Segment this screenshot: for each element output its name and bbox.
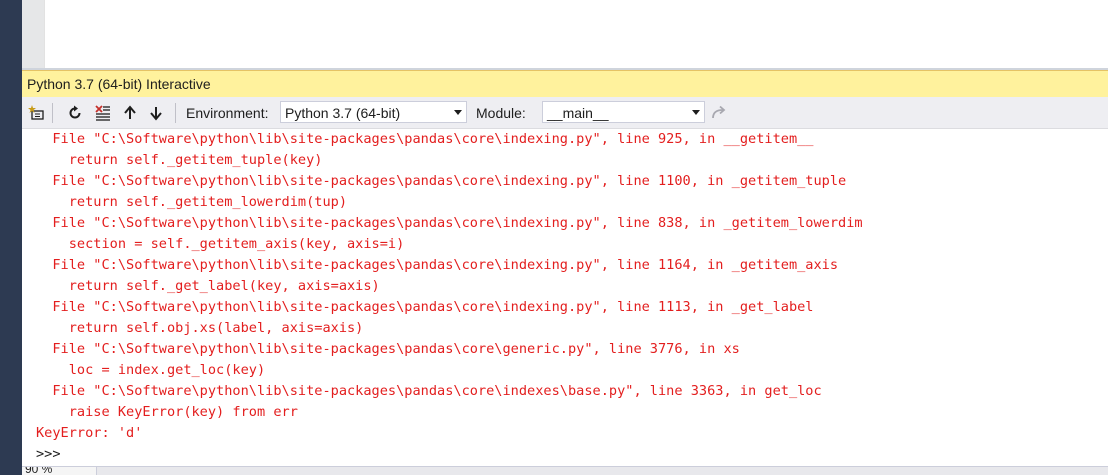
status-bar: 90 % (22, 466, 1108, 475)
traceback-line: section = self._getitem_axis(key, axis=i… (36, 236, 405, 252)
environment-select[interactable]: Python 3.7 (64-bit) (280, 101, 467, 123)
interactive-toolbar: Environment: Python 3.7 (64-bit) Module:… (22, 97, 1108, 129)
toolbar-separator (52, 103, 53, 123)
module-select[interactable]: __main__ (542, 101, 705, 123)
chevron-down-icon (692, 110, 700, 115)
traceback-line: KeyError: 'd' (36, 425, 143, 441)
module-label: Module: (476, 105, 526, 121)
history-up-icon[interactable] (121, 104, 139, 122)
traceback-line: return self.obj.xs(label, axis=axis) (36, 320, 364, 336)
traceback-line: File "C:\Software\python\lib\site-packag… (36, 383, 822, 399)
traceback-line: File "C:\Software\python\lib\site-packag… (36, 215, 863, 231)
chevron-down-icon (454, 110, 462, 115)
clear-icon[interactable] (94, 104, 112, 122)
traceback-line: File "C:\Software\python\lib\site-packag… (36, 131, 814, 147)
environment-label: Environment: (186, 105, 269, 121)
interactive-output[interactable]: File "C:\Software\python\lib\site-packag… (22, 129, 1108, 466)
new-plus-icon[interactable] (28, 104, 46, 122)
traceback-line: raise KeyError(key) from err (36, 404, 298, 420)
zoom-level-value: 90 % (25, 467, 53, 475)
ide-window: Python 3.7 (64-bit) Interactive Environm… (0, 0, 1108, 475)
module-select-value: __main__ (547, 105, 609, 121)
left-activity-strip (0, 0, 22, 475)
traceback-line: File "C:\Software\python\lib\site-packag… (36, 299, 814, 315)
interactive-window-title: Python 3.7 (64-bit) Interactive (27, 76, 211, 92)
environment-select-value: Python 3.7 (64-bit) (285, 105, 401, 121)
reset-icon[interactable] (66, 104, 84, 122)
toolbar-separator (175, 103, 176, 123)
traceback-line: File "C:\Software\python\lib\site-packag… (36, 341, 740, 357)
traceback-line: loc = index.get_loc(key) (36, 362, 266, 378)
traceback-line: return self._getitem_lowerdim(tup) (36, 194, 347, 210)
zoom-level-control[interactable]: 90 % (22, 467, 97, 475)
editor-gutter (22, 0, 44, 70)
editor-area[interactable] (22, 0, 1108, 70)
traceback-line: File "C:\Software\python\lib\site-packag… (36, 257, 839, 273)
history-down-icon[interactable] (147, 104, 165, 122)
traceback-line: return self._get_label(key, axis=axis) (36, 278, 380, 294)
interactive-window-titlebar[interactable]: Python 3.7 (64-bit) Interactive (22, 70, 1108, 97)
editor-gutter-divider (44, 0, 45, 70)
traceback-line: File "C:\Software\python\lib\site-packag… (36, 173, 847, 189)
traceback-line: return self._getitem_tuple(key) (36, 152, 323, 168)
repl-prompt: >>> (36, 446, 61, 462)
redo-icon[interactable] (710, 104, 728, 122)
